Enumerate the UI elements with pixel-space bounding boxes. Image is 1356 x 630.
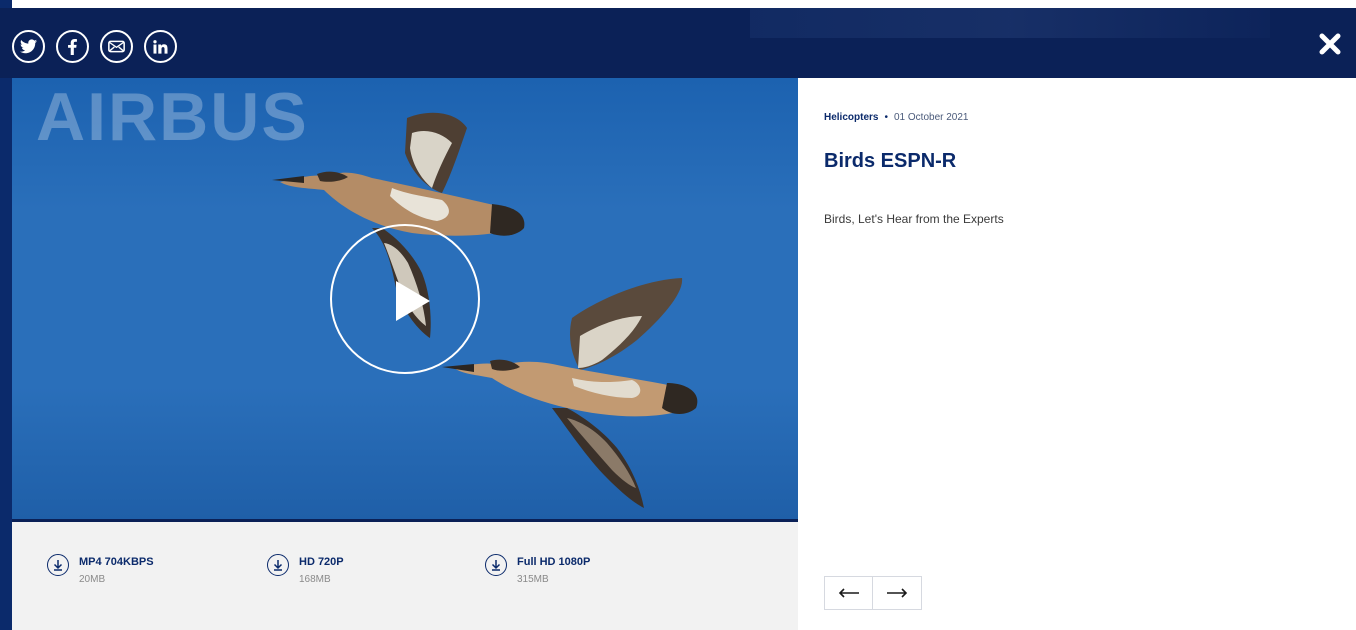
meta-separator: • [884,112,888,123]
category-link[interactable]: Helicopters [824,112,878,123]
play-button[interactable] [330,224,480,374]
download-size: 20MB [79,574,106,585]
download-icon [47,554,69,576]
media-lightbox: AIRBUS MP4 704KBPS 20MB HD 720P 168MB Fu… [0,0,1356,630]
play-icon [396,281,430,321]
download-options: MP4 704KBPS 20MB HD 720P 168MB Full HD 1… [12,522,798,630]
download-label: HD 720P [299,556,344,568]
email-icon [108,40,125,53]
next-button[interactable] [873,576,922,610]
video-player[interactable]: AIRBUS [12,78,798,519]
share-linkedin-button[interactable] [144,30,177,63]
arrow-left-icon [838,588,859,598]
twitter-icon [20,39,37,54]
media-navigation [824,576,922,610]
banner-glow [750,8,1270,38]
top-edge [0,0,1356,8]
media-title: Birds ESPN-R [824,150,957,172]
download-label: Full HD 1080P [517,556,591,568]
download-fullhd1080-option[interactable]: Full HD 1080P 315MB [485,554,591,587]
media-description: Birds, Let's Hear from the Experts [824,212,1004,226]
media-info-panel: Helicopters • 01 October 2021 Birds ESPN-R… [798,78,1356,630]
media-meta: Helicopters • 01 October 2021 [824,112,968,123]
share-twitter-button[interactable] [12,30,45,63]
download-label: MP4 704KBPS [79,556,154,568]
close-button[interactable] [1318,32,1342,56]
share-bar [0,8,1356,78]
share-facebook-button[interactable] [56,30,89,63]
download-size: 168MB [299,574,331,585]
share-email-button[interactable] [100,30,133,63]
facebook-icon [68,38,77,55]
arrow-right-icon [887,588,908,598]
download-size: 315MB [517,574,549,585]
bird-lower [442,278,698,508]
publish-date: 01 October 2021 [893,112,969,123]
download-icon [267,554,289,576]
download-icon [485,554,507,576]
previous-button[interactable] [824,576,873,610]
download-hd720-option[interactable]: HD 720P 168MB [267,554,344,587]
download-mp4-option[interactable]: MP4 704KBPS 20MB [47,554,154,587]
linkedin-icon [153,39,168,54]
close-icon [1319,33,1341,55]
share-buttons [12,30,177,63]
left-edge [0,0,12,630]
